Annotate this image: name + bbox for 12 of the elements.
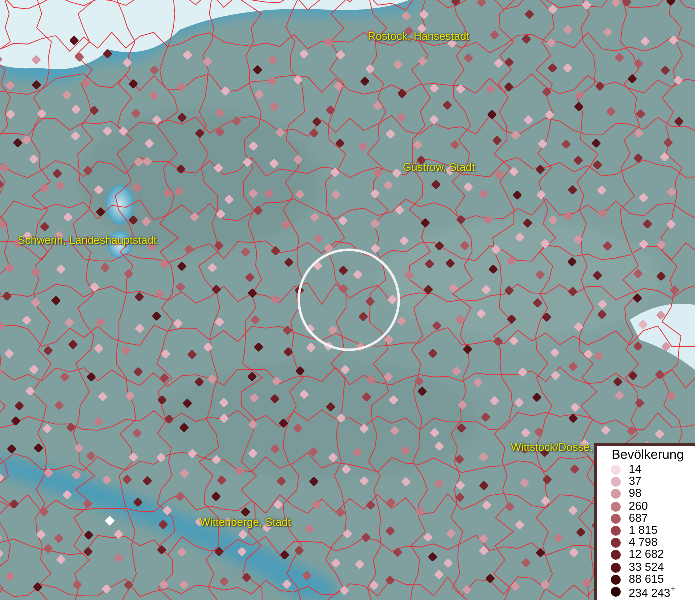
legend-label: 260: [629, 500, 648, 513]
legend-label: 33 524: [629, 562, 664, 574]
legend-label: 14: [629, 464, 642, 476]
legend-label: 687: [629, 512, 648, 525]
legend-label: 37: [629, 476, 642, 488]
legend-label: 12 682: [629, 549, 664, 562]
legend-title: Bevölkerung: [610, 446, 686, 462]
legend-label: 98: [629, 488, 642, 500]
legend-label: 234 243$^{+}$: [629, 584, 676, 600]
legend-label: 4 798: [629, 537, 658, 550]
legend-label: 88 615: [629, 574, 664, 586]
legend-label: 1 815: [629, 524, 658, 537]
